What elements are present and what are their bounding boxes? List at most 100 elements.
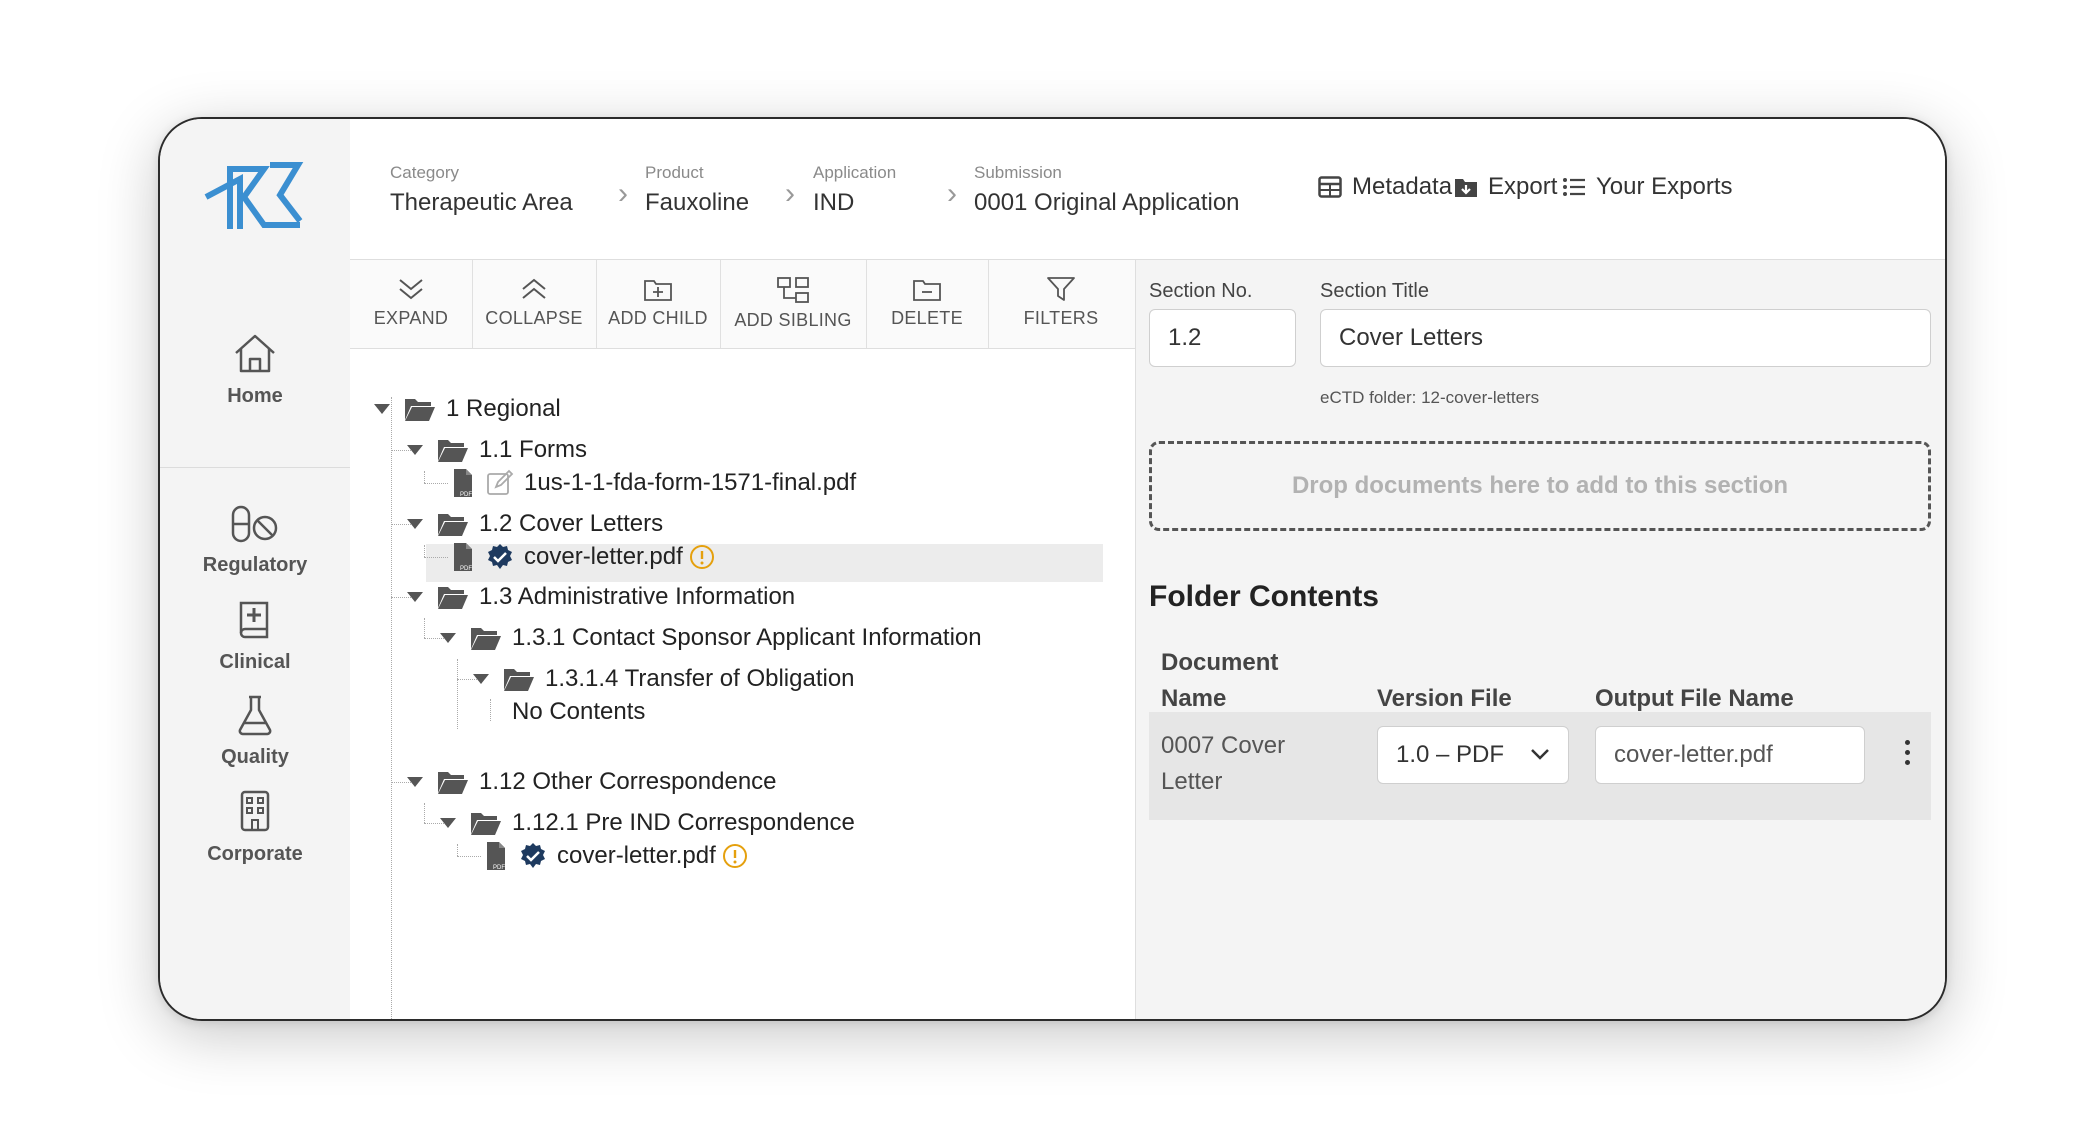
folder-minus-icon: [913, 280, 941, 301]
breadcrumb-label: Product: [645, 163, 704, 182]
breadcrumb-value: Therapeutic Area: [390, 189, 573, 216]
tree-node-other-correspondence[interactable]: 1.12 Other Correspondence: [407, 763, 777, 801]
sidebar: Home Regulatory Clinical Quality Corpora…: [160, 119, 351, 1019]
document-dropzone[interactable]: Drop documents here to add to this secti…: [1149, 441, 1931, 531]
folder-open-icon: [438, 772, 468, 794]
tree-node-administrative[interactable]: 1.3 Administrative Information: [407, 578, 795, 616]
sidebar-item-home[interactable]: Home: [160, 331, 350, 408]
tree-file-label: 1us-1-1-fda-form-1571-final.pdf: [524, 469, 857, 496]
folder-open-icon: [471, 813, 501, 835]
tree-node-label: 1 Regional: [446, 395, 561, 422]
export-button[interactable]: Export: [1454, 173, 1557, 201]
add-sibling-button[interactable]: ADD SIBLING: [720, 260, 867, 348]
ectd-folder-hint: eCTD folder: 12-cover-letters: [1320, 388, 1540, 407]
sidebar-item-corporate[interactable]: Corporate: [160, 789, 350, 866]
warning-icon[interactable]: [689, 544, 715, 570]
caret-down-icon[interactable]: [374, 404, 390, 414]
collapse-label: COLLAPSE: [485, 308, 583, 328]
add-child-button[interactable]: ADD CHILD: [596, 260, 721, 348]
edit-icon[interactable]: [486, 469, 514, 497]
tree-guide: [424, 471, 425, 483]
metadata-button[interactable]: Metadata: [1318, 173, 1452, 201]
version-select[interactable]: 1.0 – PDF: [1377, 726, 1569, 784]
chevrons-down-icon: [399, 279, 423, 300]
tree-toolbar: EXPAND COLLAPSE ADD CHILD ADD SIBLING DE…: [350, 260, 1135, 349]
tree-file-form-1571[interactable]: PDF 1us-1-1-fda-form-1571-final.pdf: [452, 464, 856, 502]
add-child-label: ADD CHILD: [608, 308, 708, 328]
tree-file-cover-letter[interactable]: PDF cover-letter.pdf: [452, 538, 715, 576]
add-sibling-label: ADD SIBLING: [734, 310, 852, 330]
output-file-name-input[interactable]: [1595, 726, 1865, 784]
document-name-cell: 0007 Cover Letter: [1161, 732, 1286, 795]
export-label: Export: [1488, 173, 1558, 200]
caret-down-icon[interactable]: [407, 777, 423, 787]
sidebar-item-quality[interactable]: Quality: [160, 694, 350, 769]
folder-open-icon: [405, 399, 435, 421]
svg-text:PDF: PDF: [460, 492, 472, 498]
flask-icon: [238, 695, 272, 736]
tree-file-label: cover-letter.pdf: [524, 543, 683, 570]
breadcrumb-category[interactable]: Category Therapeutic Area: [390, 163, 573, 217]
breadcrumb-value: 0001 Original Application: [974, 189, 1240, 216]
sidebar-item-clinical[interactable]: Clinical: [160, 599, 350, 674]
table-row: 0007 Cover Letter 1.0 – PDF: [1149, 712, 1931, 820]
breadcrumb-label: Application: [813, 163, 897, 182]
section-number-label: Section No.: [1149, 280, 1253, 302]
verified-badge-icon: [521, 843, 545, 868]
your-exports-button[interactable]: Your Exports: [1562, 173, 1733, 201]
app-window: Home Regulatory Clinical Quality Corpora…: [158, 117, 1947, 1021]
breadcrumb-submission[interactable]: Submission 0001 Original Application: [974, 163, 1240, 217]
section-detail-panel: Section No. Section Title eCTD folder: 1…: [1136, 260, 1945, 1019]
pill-icon: [231, 505, 278, 543]
caret-down-icon[interactable]: [407, 445, 423, 455]
caret-down-icon[interactable]: [440, 633, 456, 643]
section-number-input[interactable]: [1149, 309, 1296, 367]
breadcrumb-label: Submission: [974, 163, 1062, 182]
list-icon: [1563, 178, 1585, 196]
filters-button[interactable]: FILTERS: [988, 260, 1134, 348]
delete-button[interactable]: DELETE: [866, 260, 989, 348]
chevron-down-icon: [1531, 749, 1549, 760]
breadcrumb-product[interactable]: Product Fauxoline: [645, 163, 749, 217]
tree-guide: [457, 844, 458, 856]
tree-node-contact-sponsor[interactable]: 1.3.1 Contact Sponsor Applicant Informat…: [440, 619, 982, 657]
delete-label: DELETE: [891, 308, 963, 328]
caret-down-icon[interactable]: [407, 519, 423, 529]
caret-down-icon[interactable]: [473, 674, 489, 684]
tree-node-label: 1.12 Other Correspondence: [479, 768, 777, 795]
tree-guide: [424, 803, 425, 823]
your-exports-label: Your Exports: [1596, 173, 1733, 200]
tree-guide: [457, 856, 481, 857]
tree-guide: [391, 397, 392, 1019]
caret-down-icon[interactable]: [440, 818, 456, 828]
tree-file-pre-ind-cover-letter[interactable]: PDF cover-letter.pdf: [485, 837, 748, 875]
dropzone-text: Drop documents here to add to this secti…: [1291, 472, 1789, 499]
tree-node-label: 1.3.1 Contact Sponsor Applicant Informat…: [512, 624, 982, 651]
breadcrumb-application[interactable]: Application IND: [813, 163, 896, 217]
tree-node-label: 1.3 Administrative Information: [479, 583, 796, 610]
sidebar-divider: [160, 467, 350, 468]
chevrons-up-icon: [522, 278, 546, 299]
tree-guide: [424, 557, 448, 558]
more-options-icon[interactable]: [1895, 740, 1919, 774]
section-title-input[interactable]: [1320, 309, 1931, 367]
warning-icon[interactable]: [722, 843, 748, 869]
column-header-document-name: Document Name: [1161, 649, 1279, 712]
app-logo[interactable]: [204, 159, 304, 234]
sidebar-item-label: Home: [227, 385, 283, 407]
tree-node-regional[interactable]: 1 Regional: [374, 390, 561, 428]
download-folder-icon: [1455, 179, 1477, 197]
building-icon: [240, 790, 270, 832]
no-contents-text: No Contents: [512, 698, 646, 725]
table-icon: [1318, 176, 1342, 198]
collapse-button[interactable]: COLLAPSE: [472, 260, 597, 348]
section-title-label: Section Title: [1320, 280, 1429, 302]
tree-node-label: 1.2 Cover Letters: [479, 510, 664, 537]
sidebar-item-regulatory[interactable]: Regulatory: [160, 504, 350, 577]
expand-button[interactable]: EXPAND: [350, 260, 473, 348]
tree-guide: [424, 618, 425, 638]
filters-label: FILTERS: [1023, 308, 1099, 328]
home-icon: [235, 334, 275, 373]
chevron-right-icon: ›: [785, 177, 795, 210]
caret-down-icon[interactable]: [407, 592, 423, 602]
